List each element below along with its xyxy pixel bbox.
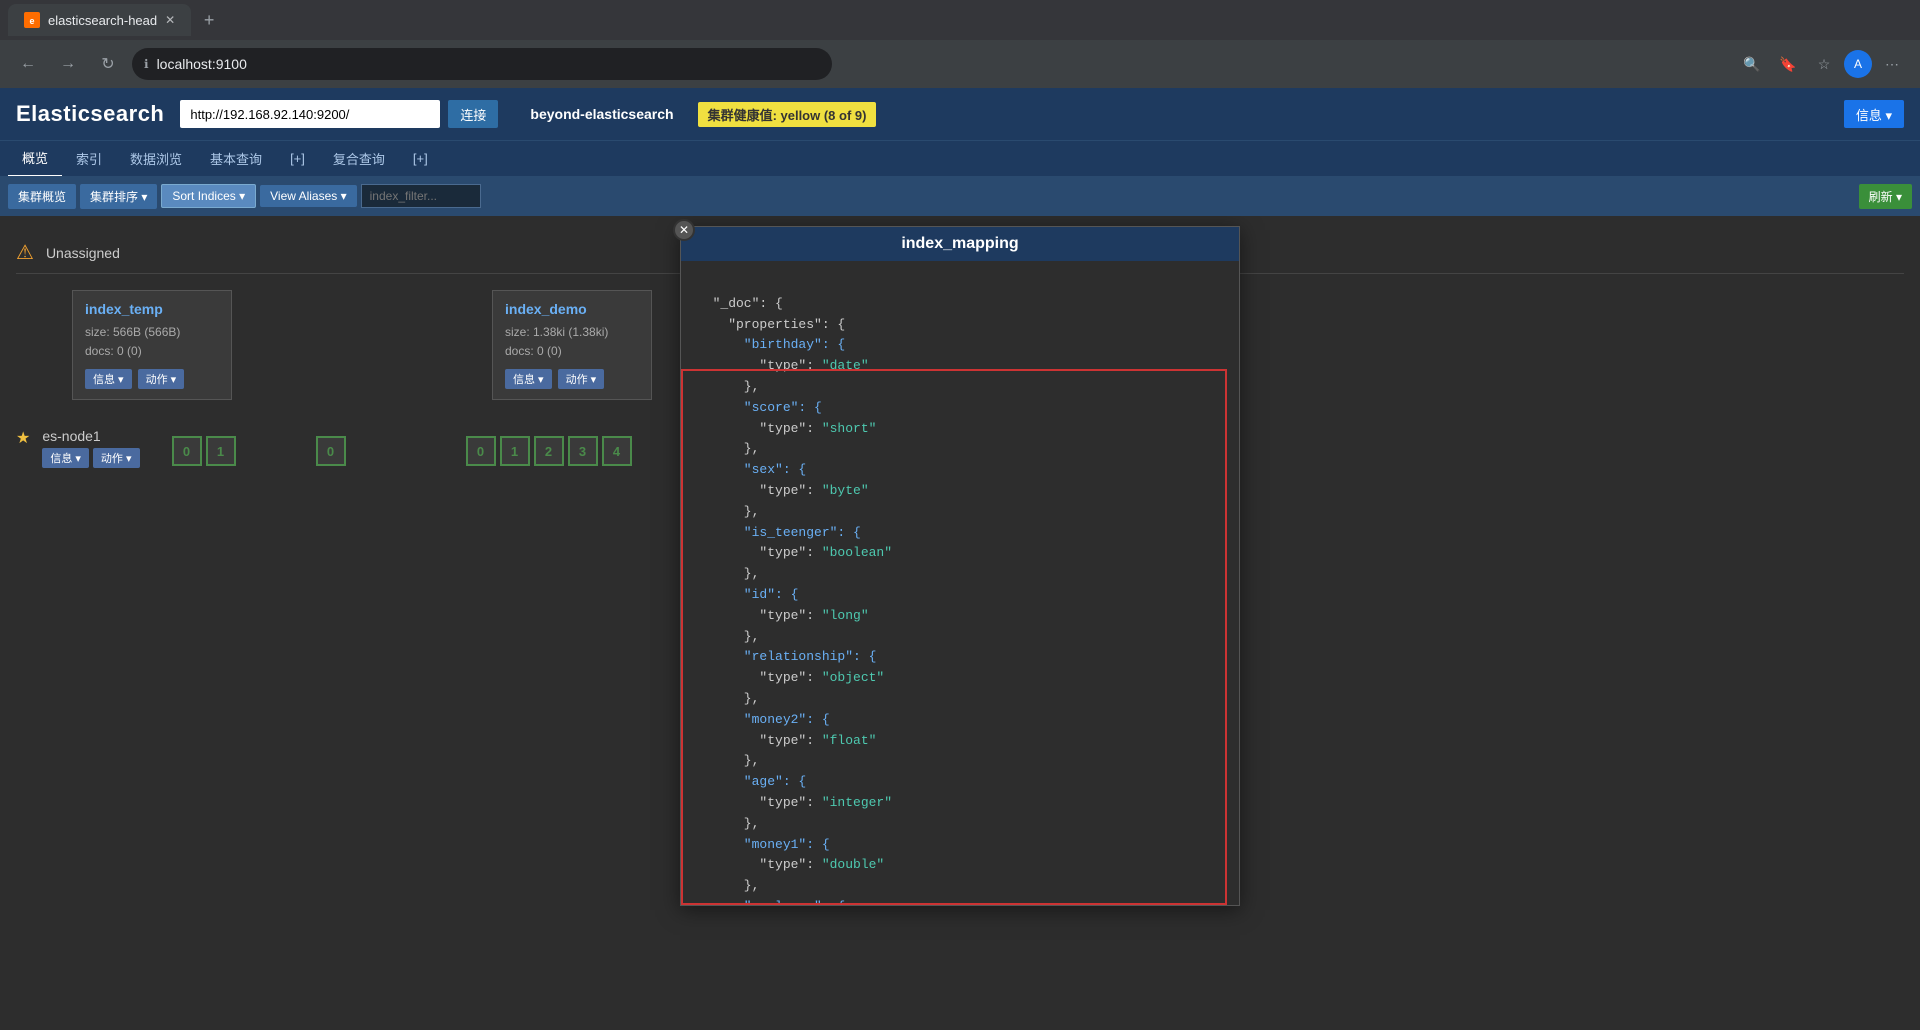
browser-window: e elasticsearch-head ✕ + ← → ↻ ℹ localho…	[0, 0, 1920, 1030]
info-button-right[interactable]: 信息 ▾	[1844, 100, 1904, 128]
connect-button[interactable]: 连接	[448, 100, 498, 128]
modal-overlay: ✕ index_mapping "_doc": { "properties": …	[0, 216, 1920, 1030]
tab-overview[interactable]: 概览	[8, 141, 62, 177]
view-aliases-button[interactable]: View Aliases ▾	[260, 185, 357, 207]
tab-complex-query[interactable]: 复合查询	[319, 141, 399, 177]
refresh-button[interactable]: 刷新 ▾	[1859, 184, 1912, 209]
tab-basic-query[interactable]: 基本查询	[196, 141, 276, 177]
nav-tabs: 概览 索引 数据浏览 基本查询 [+] 复合查询 [+]	[0, 140, 1920, 176]
tab-complex-query-add[interactable]: [+]	[399, 141, 442, 177]
cluster-overview-button[interactable]: 集群概览	[8, 184, 76, 209]
info-icon: ℹ	[144, 57, 149, 71]
tab-favicon: e	[24, 12, 40, 28]
nav-right: 🔍 🔖 ☆ A ⋯	[1736, 48, 1908, 80]
zoom-button[interactable]: 🔍	[1736, 48, 1768, 80]
avatar[interactable]: A	[1844, 50, 1872, 78]
app-header: Elasticsearch 连接 beyond-elasticsearch 集群…	[0, 88, 1920, 140]
tab-basic-query-add[interactable]: [+]	[276, 141, 319, 177]
code-content: "_doc": { "properties": { "birthday": { …	[697, 273, 1223, 905]
app-title: Elasticsearch	[16, 101, 164, 127]
url-container: 连接	[180, 100, 498, 128]
bookmark-button[interactable]: 🔖	[1772, 48, 1804, 80]
toolbar: 集群概览 集群排序 ▾ Sort Indices ▾ View Aliases …	[0, 176, 1920, 216]
cluster-sort-button[interactable]: 集群排序 ▾	[80, 184, 157, 209]
health-badge: 集群健康值: yellow (8 of 9)	[698, 102, 877, 127]
sort-indices-button[interactable]: Sort Indices ▾	[161, 184, 256, 208]
modal-dialog: ✕ index_mapping "_doc": { "properties": …	[680, 226, 1240, 906]
close-icon[interactable]: ✕	[165, 13, 175, 27]
cluster-name: beyond-elasticsearch	[530, 106, 673, 122]
main-area: ⚠ Unassigned index_temp size: 566B (566B…	[0, 216, 1920, 1030]
address-bar[interactable]: ℹ localhost:9100	[132, 48, 832, 80]
menu-button[interactable]: ⋯	[1876, 48, 1908, 80]
forward-button[interactable]: →	[52, 48, 84, 80]
star-button[interactable]: ☆	[1808, 48, 1840, 80]
modal-body: "_doc": { "properties": { "birthday": { …	[681, 261, 1239, 905]
tab-bar: e elasticsearch-head ✕ +	[0, 0, 1920, 40]
browser-tab[interactable]: e elasticsearch-head ✕	[8, 4, 191, 36]
svg-text:e: e	[29, 16, 34, 26]
url-input[interactable]	[180, 100, 440, 128]
modal-title: index_mapping	[681, 227, 1239, 261]
refresh-button[interactable]: ↻	[92, 48, 124, 80]
app-content: Elasticsearch 连接 beyond-elasticsearch 集群…	[0, 88, 1920, 1030]
back-button[interactable]: ←	[12, 48, 44, 80]
tab-data-browse[interactable]: 数据浏览	[116, 141, 196, 177]
new-tab-button[interactable]: +	[195, 6, 223, 34]
address-text: localhost:9100	[157, 56, 247, 72]
tab-label: elasticsearch-head	[48, 13, 157, 28]
nav-bar: ← → ↻ ℹ localhost:9100 🔍 🔖 ☆ A ⋯	[0, 40, 1920, 88]
index-filter-input[interactable]	[361, 184, 481, 208]
tab-index[interactable]: 索引	[62, 141, 116, 177]
modal-close-button[interactable]: ✕	[673, 219, 695, 241]
